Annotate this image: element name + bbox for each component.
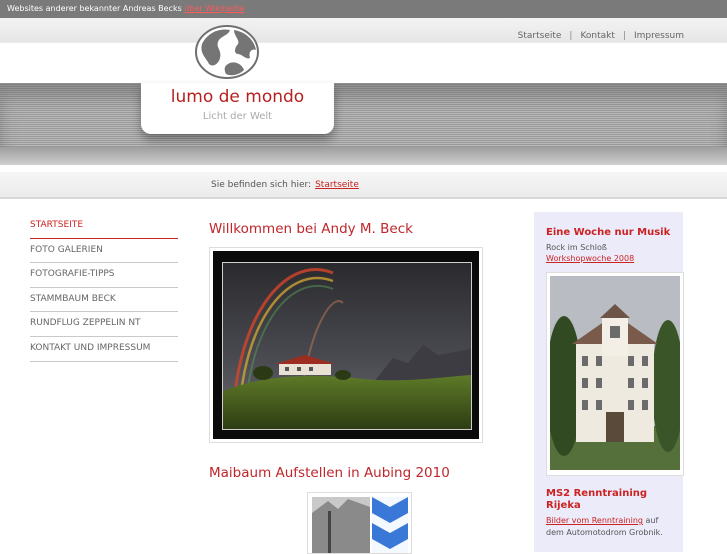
top-info-text: Websites anderer bekannter Andreas Becks… bbox=[7, 0, 244, 18]
sidenav-item-startseite[interactable]: STARTSEITE bbox=[30, 214, 178, 239]
sidenav-item-kontakt-impressum[interactable]: KONTAKT UND IMPRESSUM bbox=[30, 337, 178, 362]
top-info-bar: Websites anderer bekannter Andreas Becks… bbox=[0, 0, 727, 18]
photo-mat bbox=[213, 251, 479, 439]
rainbow-landscape-image bbox=[223, 263, 471, 429]
sidenav-item-rundflug-zeppelin[interactable]: RUNDFLUG ZEPPELIN NT bbox=[30, 312, 178, 337]
wikipedia-link[interactable]: über Wikipedia bbox=[184, 4, 244, 13]
topnav-startseite[interactable]: Startseite bbox=[518, 31, 562, 41]
top-info-label: Websites anderer bekannter Andreas Becks bbox=[7, 4, 182, 13]
sidebar-renntraining-link[interactable]: Bilder vom Renntraining bbox=[546, 516, 643, 525]
sidebar-workshop-link[interactable]: Workshopwoche 2008 bbox=[546, 254, 634, 263]
welcome-heading: Willkommen bei Andy M. Beck bbox=[209, 221, 413, 237]
header-banner bbox=[0, 83, 727, 165]
breadcrumb-startseite-link[interactable]: Startseite bbox=[315, 180, 359, 190]
maibaum-heading: Maibaum Aufstellen in Aubing 2010 bbox=[209, 465, 450, 481]
topnav-separator: | bbox=[569, 31, 573, 41]
castle-image-wrap bbox=[550, 276, 680, 470]
globe-icon bbox=[195, 25, 259, 79]
sidebar-ms2-text: Bilder vom Renntraining auf bbox=[546, 515, 658, 527]
sidebar-ms2-title-line1: MS2 Renntraining bbox=[546, 488, 648, 499]
topnav-kontakt[interactable]: Kontakt bbox=[580, 31, 614, 41]
rainbow-photo[interactable] bbox=[209, 247, 483, 443]
top-navigation: Startseite | Kontakt | Impressum bbox=[518, 31, 684, 41]
logo-box[interactable]: lumo de mondo Licht der Welt bbox=[141, 83, 334, 134]
castle-photo[interactable] bbox=[546, 272, 684, 476]
breadcrumb: Sie befinden sich hier: Startseite bbox=[211, 180, 359, 190]
topnav-impressum[interactable]: Impressum bbox=[634, 31, 684, 41]
sidenav-item-fotografie-tipps[interactable]: FOTOGRAFIE-TIPPS bbox=[30, 263, 178, 288]
photo-image bbox=[222, 262, 472, 430]
sidebar-ms2-title-line2: Rijeka bbox=[546, 500, 581, 511]
sidebar-ms2-text-after: auf bbox=[645, 516, 659, 525]
right-sidebar: Eine Woche nur Musik Rock im Schloß Work… bbox=[534, 212, 684, 552]
castle-image bbox=[550, 276, 680, 470]
site-subtitle: Licht der Welt bbox=[202, 111, 273, 122]
breadcrumb-band bbox=[0, 172, 727, 199]
topnav-separator: | bbox=[622, 31, 626, 41]
sidebar-music-title: Eine Woche nur Musik bbox=[546, 227, 671, 238]
site-title: lumo de mondo bbox=[170, 87, 305, 107]
sidenav-item-stammbaum-beck[interactable]: STAMMBAUM BECK bbox=[30, 288, 178, 313]
header-banner-highlight bbox=[0, 147, 727, 165]
breadcrumb-label: Sie befinden sich hier: bbox=[211, 180, 312, 190]
side-navigation: STARTSEITE FOTO GALERIEN FOTOGRAFIE-TIPP… bbox=[30, 214, 178, 362]
sidenav-item-foto-galerien[interactable]: FOTO GALERIEN bbox=[30, 239, 178, 264]
sidebar-ms2-text-line2: dem Automotodrom Grobnik. bbox=[546, 528, 663, 537]
maibaum-image bbox=[308, 493, 411, 553]
